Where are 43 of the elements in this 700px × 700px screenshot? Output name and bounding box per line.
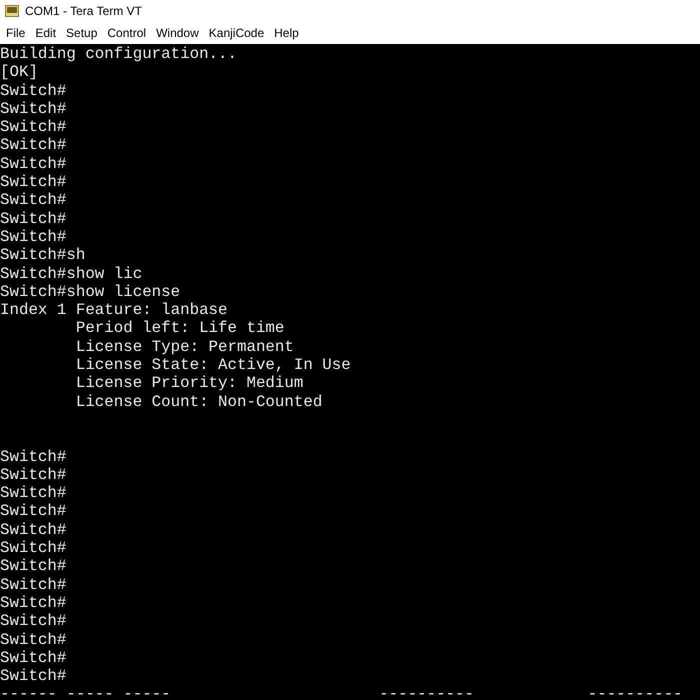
- menu-item[interactable]: Control: [102, 24, 152, 42]
- terminal-line: Switch#: [0, 594, 66, 612]
- terminal-line: License Priority: Medium: [74, 374, 304, 392]
- terminal-line: Switch#show lic: [0, 264, 142, 283]
- terminal-line: Switch#: [0, 191, 66, 210]
- terminal-line: Switch#: [0, 576, 66, 594]
- terminal-line: Period left: Life time: [74, 319, 284, 338]
- app-icon: [5, 5, 19, 17]
- terminal-line: Switch#: [0, 136, 66, 154]
- terminal-line: Switch#sh: [0, 246, 86, 264]
- terminal-line: ------ ----- ----- ---------- ----------: [0, 685, 683, 700]
- terminal-line: Switch#: [0, 228, 66, 246]
- terminal-line: Switch#: [0, 118, 66, 136]
- terminal-line: Index 1 Feature: lanbase: [0, 301, 228, 320]
- terminal-line: License Type: Permanent: [74, 338, 294, 356]
- terminal-line: Switch#: [0, 630, 66, 648]
- terminal-line: Switch#: [0, 502, 66, 520]
- terminal-line: Switch#: [0, 154, 66, 173]
- terminal-line: Switch#: [0, 210, 66, 228]
- menu-item[interactable]: KanjiCode: [204, 24, 270, 42]
- menu-item[interactable]: Window: [151, 24, 204, 42]
- terminal-line: Switch#: [0, 173, 66, 192]
- terminal-line: Building configuration...: [0, 45, 237, 63]
- terminal-line: Switch#: [0, 539, 66, 558]
- terminal-line: Switch#: [0, 557, 66, 576]
- terminal-line: Switch#: [0, 484, 66, 502]
- menu-item[interactable]: Edit: [30, 24, 62, 42]
- terminal-line: License Count: Non-Counted: [74, 392, 322, 411]
- menu-item[interactable]: Setup: [61, 24, 102, 42]
- terminal-line: Switch#: [0, 100, 66, 118]
- terminal-line: Switch#: [0, 520, 66, 539]
- terminal-line: Switch#: [0, 82, 66, 100]
- terminal-line: Switch#show license: [0, 282, 180, 301]
- terminal-line: Switch#: [0, 667, 66, 686]
- terminal-line: [OK]: [0, 63, 38, 82]
- window-title: COM1 - Tera Term VT: [25, 3, 142, 20]
- terminal-line: Switch#: [0, 648, 66, 667]
- terminal-line: License State: Active, In Use: [74, 356, 351, 374]
- menu-item[interactable]: Help: [269, 24, 304, 42]
- terminal-line: Switch#: [0, 448, 66, 466]
- terminal-line: Switch#: [0, 612, 66, 630]
- menu-item[interactable]: File: [1, 24, 30, 42]
- terminal-line: Switch#: [0, 466, 66, 484]
